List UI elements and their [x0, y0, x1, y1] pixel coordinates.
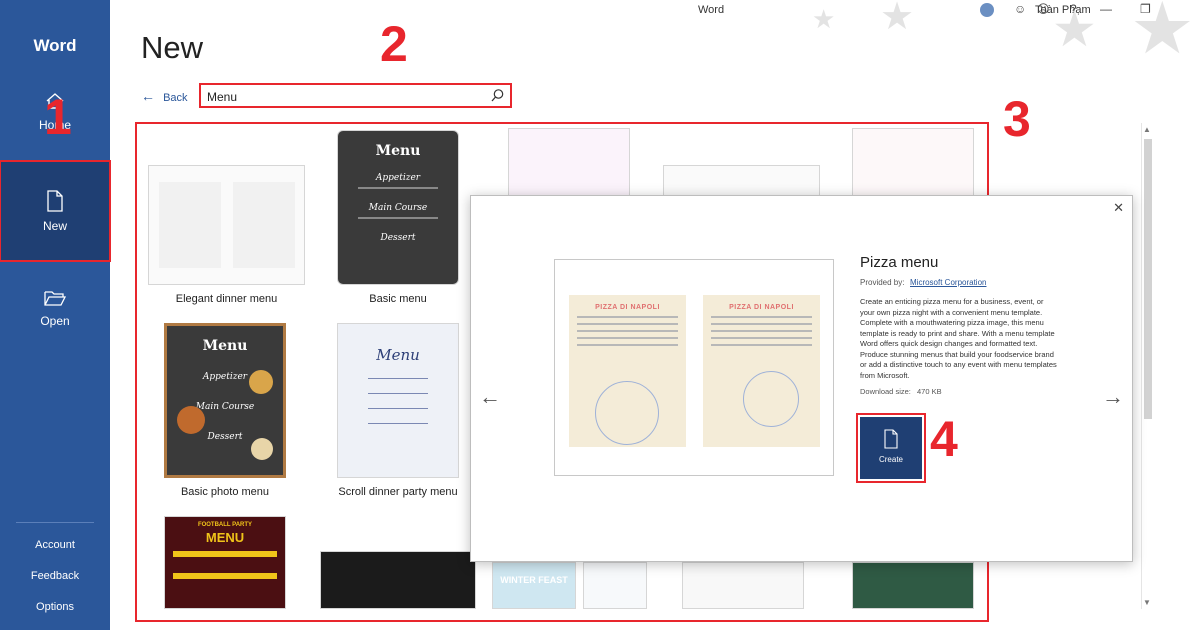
dialog-title: Pizza menu	[860, 254, 939, 271]
step-number-4: 4	[930, 411, 958, 467]
smile-icon[interactable]: ☺	[1014, 2, 1026, 16]
folder-open-icon	[44, 291, 67, 306]
page-title: New	[141, 30, 204, 65]
scroll-up-icon[interactable]: ▲	[1143, 125, 1151, 134]
template-thumbnail: FOOTBALL PARTY MENU	[164, 516, 286, 609]
step-number-3: 3	[1003, 91, 1031, 147]
template-label: Elegant dinner menu	[175, 293, 278, 305]
template-thumbnail	[148, 165, 305, 285]
nav-new-label: New	[42, 219, 67, 233]
step-number-1: 1	[44, 89, 72, 145]
template-label: Scroll dinner party menu	[338, 486, 458, 498]
provided-by-label: Provided by:	[860, 278, 905, 287]
avatar[interactable]	[980, 3, 994, 17]
nav-account[interactable]: Account	[0, 539, 110, 551]
nav-divider	[16, 522, 94, 523]
nav-open[interactable]: Open	[0, 288, 110, 338]
template-thumbnail: Menu	[337, 323, 459, 478]
search-value: Menu	[207, 90, 238, 104]
template-thumbnail	[508, 128, 630, 196]
chevron-right-icon[interactable]: →	[1102, 384, 1124, 410]
new-doc-icon	[47, 190, 63, 212]
template-thumbnail	[852, 128, 974, 196]
star-decoration-icon: ★	[1052, 1, 1097, 57]
star-decoration-icon: ★	[812, 4, 836, 34]
gallery-scrollbar[interactable]: ▲ ▼	[1141, 123, 1153, 609]
provider-link[interactable]: Microsoft Corporation	[910, 278, 986, 287]
scrollbar-thumb[interactable]	[1144, 139, 1152, 419]
back-arrow-icon: ←	[141, 88, 155, 104]
download-size-label: Download size:	[860, 387, 911, 396]
preview-page-left: PIZZA DI NAPOLI	[569, 295, 686, 447]
step-number-2: 2	[380, 16, 408, 72]
window-title: Word	[698, 4, 725, 16]
minimize-icon[interactable]: —	[1100, 2, 1112, 16]
create-label: Create	[878, 455, 903, 464]
template-thumbnail: Menu Appetizer Main Course Dessert	[337, 130, 459, 285]
template-thumbnail	[682, 562, 804, 609]
template-label: Basic menu	[369, 293, 427, 305]
create-button[interactable]: Create	[860, 417, 922, 479]
download-size-value: 470 KB	[917, 387, 942, 396]
search-input[interactable]: Menu	[199, 83, 512, 108]
star-decoration-icon: ★	[880, 0, 915, 38]
nav-new[interactable]: New	[0, 160, 111, 262]
template-thumbnail	[663, 165, 820, 197]
template-thumbnail	[852, 562, 974, 609]
template-label: Basic photo menu	[180, 486, 270, 498]
create-highlight: Create	[856, 413, 926, 483]
search-icon[interactable]	[490, 88, 505, 103]
template-thumbnail	[320, 551, 476, 609]
new-doc-icon	[884, 429, 898, 449]
preview-page-right: PIZZA DI NAPOLI	[703, 295, 820, 447]
back-label: Back	[163, 92, 188, 104]
scroll-down-icon[interactable]: ▼	[1143, 598, 1151, 607]
template-preview-dialog: ✕ ← → PIZZA DI NAPOLI PIZZA DI NAPOLI Pi…	[470, 195, 1133, 562]
template-description: Create an enticing pizza menu for a busi…	[860, 297, 1057, 380]
frown-icon[interactable]: ☹	[1037, 2, 1050, 16]
nav-feedback[interactable]: Feedback	[0, 570, 110, 582]
nav-open-label: Open	[40, 314, 70, 328]
chevron-left-icon[interactable]: ←	[479, 384, 501, 410]
close-icon[interactable]: ✕	[1113, 200, 1124, 216]
nav-options[interactable]: Options	[0, 601, 110, 613]
template-preview-image: PIZZA DI NAPOLI PIZZA DI NAPOLI	[554, 259, 834, 476]
app-name: Word	[33, 36, 77, 55]
template-thumbnail	[583, 562, 647, 609]
back-button[interactable]: ← Back	[141, 88, 188, 104]
star-decoration-icon: ★	[1130, 0, 1195, 69]
template-thumbnail: Menu Appetizer Main Course Dessert	[164, 323, 286, 478]
template-thumbnail: WINTER FEAST	[492, 562, 576, 609]
title-bar: Word Toàn Phạm ☺ ☹ ? — ❐	[110, 0, 1200, 22]
